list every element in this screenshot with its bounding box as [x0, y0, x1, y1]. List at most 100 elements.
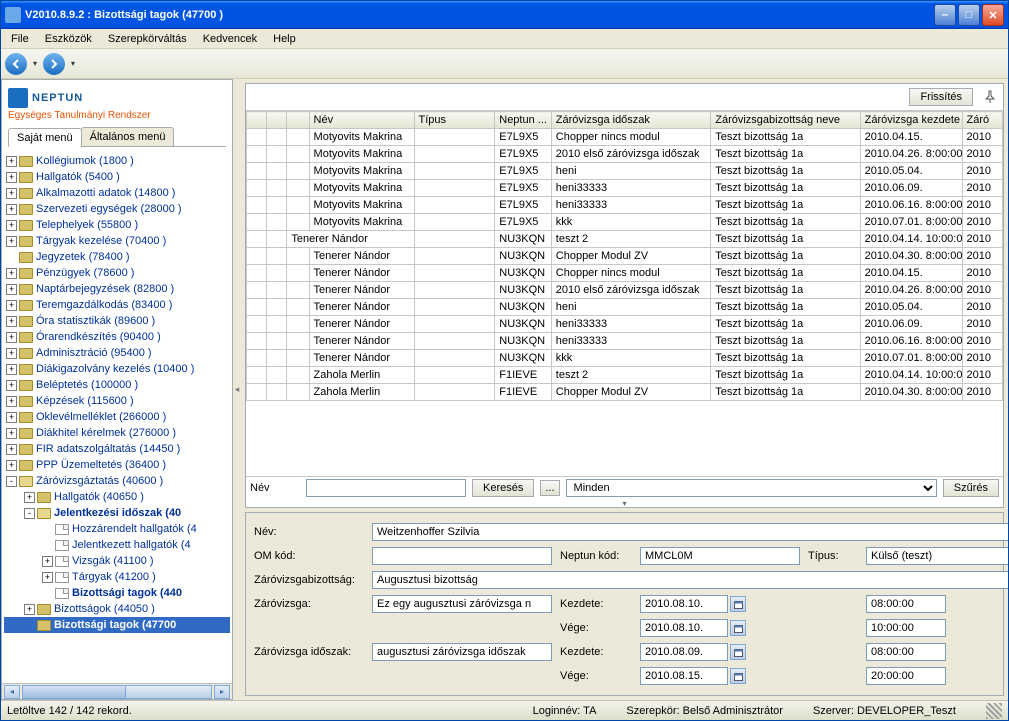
tree-item[interactable]: +Képzések (115600 ) — [4, 393, 230, 409]
field-period[interactable]: augusztusi záróvizsga időszak — [372, 643, 552, 661]
tree-item[interactable]: +Hallgatók (5400 ) — [4, 169, 230, 185]
tree-item[interactable]: +Hallgatók (40650 ) — [4, 489, 230, 505]
grid-hdr-period[interactable]: Záróvizsga időszak — [551, 112, 710, 129]
tree-expand-icon[interactable]: + — [6, 412, 17, 423]
tree-item[interactable]: +Alkalmazotti adatok (14800 ) — [4, 185, 230, 201]
tree-item[interactable]: +PPP Üzemeltetés (36400 ) — [4, 457, 230, 473]
table-row[interactable]: Motyovits MakrinaE7L9X5heni33333Teszt bi… — [247, 197, 1003, 214]
tree-item[interactable]: +Órarendkészítés (90400 ) — [4, 329, 230, 345]
tree-item[interactable]: Jegyzetek (78400 ) — [4, 249, 230, 265]
grid-hdr-expand2[interactable] — [267, 112, 287, 129]
field-om[interactable] — [372, 547, 552, 565]
table-row[interactable]: Motyovits MakrinaE7L9X5heni33333Teszt bi… — [247, 180, 1003, 197]
table-row[interactable]: Tenerer NándorNU3KQNheni33333Teszt bizot… — [247, 316, 1003, 333]
field-type[interactable]: Külső (teszt) — [866, 547, 1008, 565]
field-committee[interactable]: Augusztusi bizottság — [372, 571, 1008, 589]
menu-tools[interactable]: Eszközök — [37, 31, 100, 47]
tree-item[interactable]: +Adminisztráció (95400 ) — [4, 345, 230, 361]
tab-general-menu[interactable]: Általános menü — [81, 127, 175, 146]
tree-item[interactable]: +Telephelyek (55800 ) — [4, 217, 230, 233]
nav-forward-dropdown[interactable]: ▾ — [71, 59, 75, 68]
table-row[interactable]: Tenerer NándorNU3KQNChopper nincs modulT… — [247, 265, 1003, 282]
tree-item[interactable]: Jelentkezett hallgatók (4 — [4, 537, 230, 553]
tree-item[interactable]: +FIR adatszolgáltatás (14450 ) — [4, 441, 230, 457]
tree-item[interactable]: +Beléptetés (100000 ) — [4, 377, 230, 393]
calendar-icon[interactable] — [730, 596, 746, 612]
filter-select[interactable]: Minden — [566, 479, 937, 497]
field-name[interactable]: Weitzenhoffer Szilvia — [372, 523, 1008, 541]
grid-hdr-committee[interactable]: Záróvizsgabizottság neve — [711, 112, 860, 129]
splitter[interactable] — [233, 79, 241, 700]
tree-expand-icon[interactable]: + — [6, 332, 17, 343]
search-input[interactable] — [306, 479, 466, 497]
tree-expand-icon[interactable]: + — [6, 236, 17, 247]
tab-own-menu[interactable]: Saját menü — [8, 128, 82, 147]
tree-expand-icon[interactable]: + — [6, 396, 17, 407]
tree-item[interactable]: +Bizottságok (44050 ) — [4, 601, 230, 617]
grid-hdr-expand[interactable] — [247, 112, 267, 129]
refresh-button[interactable]: Frissítés — [909, 88, 973, 106]
table-row[interactable]: Motyovits MakrinaE7L9X5kkkTeszt bizottsá… — [247, 214, 1003, 231]
tree-item[interactable]: Hozzárendelt hallgatók (4 — [4, 521, 230, 537]
field-period-start-date[interactable]: 2010.08.09. — [640, 643, 728, 661]
nav-forward-button[interactable] — [43, 53, 65, 75]
tree-expand-icon[interactable]: + — [6, 460, 17, 471]
pin-icon[interactable] — [983, 90, 997, 104]
tree-expand-icon[interactable]: + — [6, 364, 17, 375]
grid-hdr-name[interactable]: Név — [309, 112, 414, 129]
search-options-button[interactable]: ... — [540, 480, 559, 496]
tree-expand-icon[interactable]: + — [42, 556, 53, 567]
tree-hscroll[interactable]: ◂ ▸ — [2, 683, 232, 699]
tree-item[interactable]: +Teremgazdálkodás (83400 ) — [4, 297, 230, 313]
grid-hdr-neptun[interactable]: Neptun ... — [495, 112, 552, 129]
close-button[interactable]: ✕ — [982, 4, 1004, 26]
minimize-button[interactable]: ‒ — [934, 4, 956, 26]
tree-item[interactable]: +Vizsgák (41100 ) — [4, 553, 230, 569]
navigation-tree[interactable]: +Kollégiumok (1800 )+Hallgatók (5400 )+A… — [2, 151, 232, 683]
menu-file[interactable]: File — [3, 31, 37, 47]
tree-expand-icon[interactable]: + — [6, 316, 17, 327]
tree-expand-icon[interactable]: + — [6, 172, 17, 183]
table-row[interactable]: Zahola MerlinF1IEVEChopper Modul ZVTeszt… — [247, 384, 1003, 401]
tree-item[interactable]: +Kollégiumok (1800 ) — [4, 153, 230, 169]
grid-hdr-type[interactable]: Típus — [414, 112, 495, 129]
grid-scroll[interactable]: Név Típus Neptun ... Záróvizsga időszak … — [246, 110, 1003, 477]
tree-expand-icon[interactable]: + — [6, 284, 17, 295]
nav-back-button[interactable] — [5, 53, 27, 75]
field-exam-start-time[interactable]: 08:00:00 — [866, 595, 946, 613]
field-period-end-date[interactable]: 2010.08.15. — [640, 667, 728, 685]
table-row[interactable]: Motyovits MakrinaE7L9X5Chopper nincs mod… — [247, 129, 1003, 146]
tree-expand-icon[interactable]: - — [24, 508, 35, 519]
tree-expand-icon[interactable]: + — [6, 156, 17, 167]
tree-expand-icon[interactable]: + — [42, 572, 53, 583]
tree-expand-icon[interactable]: + — [6, 428, 17, 439]
tree-expand-icon[interactable]: + — [6, 348, 17, 359]
table-row[interactable]: Motyovits MakrinaE7L9X5heniTeszt bizotts… — [247, 163, 1003, 180]
nav-back-dropdown[interactable]: ▾ — [33, 59, 37, 68]
field-neptun[interactable]: MMCL0M — [640, 547, 800, 565]
tree-item[interactable]: +Óra statisztikák (89600 ) — [4, 313, 230, 329]
table-row[interactable]: Zahola MerlinF1IEVEteszt 2Teszt bizottsá… — [247, 367, 1003, 384]
maximize-button[interactable]: □ — [958, 4, 980, 26]
field-exam-end-date[interactable]: 2010.08.10. — [640, 619, 728, 637]
calendar-icon[interactable] — [730, 668, 746, 684]
grid-hdr-start[interactable]: Záróvizsga kezdete — [860, 112, 962, 129]
tree-item[interactable]: -Záróvizsgáztatás (40600 ) — [4, 473, 230, 489]
menu-role[interactable]: Szerepkörváltás — [100, 31, 195, 47]
table-row[interactable]: Tenerer NándorNU3KQNheni33333Teszt bizot… — [247, 333, 1003, 350]
table-row[interactable]: Motyovits MakrinaE7L9X52010 első záróviz… — [247, 146, 1003, 163]
calendar-icon[interactable] — [730, 620, 746, 636]
scroll-right-icon[interactable]: ▸ — [214, 685, 230, 699]
panel-resize-grip[interactable] — [246, 499, 1003, 507]
tree-expand-icon[interactable]: + — [6, 204, 17, 215]
table-row[interactable]: Tenerer NándorNU3KQNChopper Modul ZVTesz… — [247, 248, 1003, 265]
tree-item[interactable]: +Naptárbejegyzések (82800 ) — [4, 281, 230, 297]
tree-item[interactable]: -Jelentkezési időszak (40 — [4, 505, 230, 521]
table-row[interactable]: Tenerer NándorNU3KQNkkkTeszt bizottság 1… — [247, 350, 1003, 367]
scroll-left-icon[interactable]: ◂ — [4, 685, 20, 699]
field-period-end-time[interactable]: 20:00:00 — [866, 667, 946, 685]
grid-hdr-check[interactable] — [287, 112, 309, 129]
field-exam[interactable]: Ez egy augusztusi záróvizsga n — [372, 595, 552, 613]
field-exam-end-time[interactable]: 10:00:00 — [866, 619, 946, 637]
tree-item[interactable]: +Oklevélmelléklet (266000 ) — [4, 409, 230, 425]
